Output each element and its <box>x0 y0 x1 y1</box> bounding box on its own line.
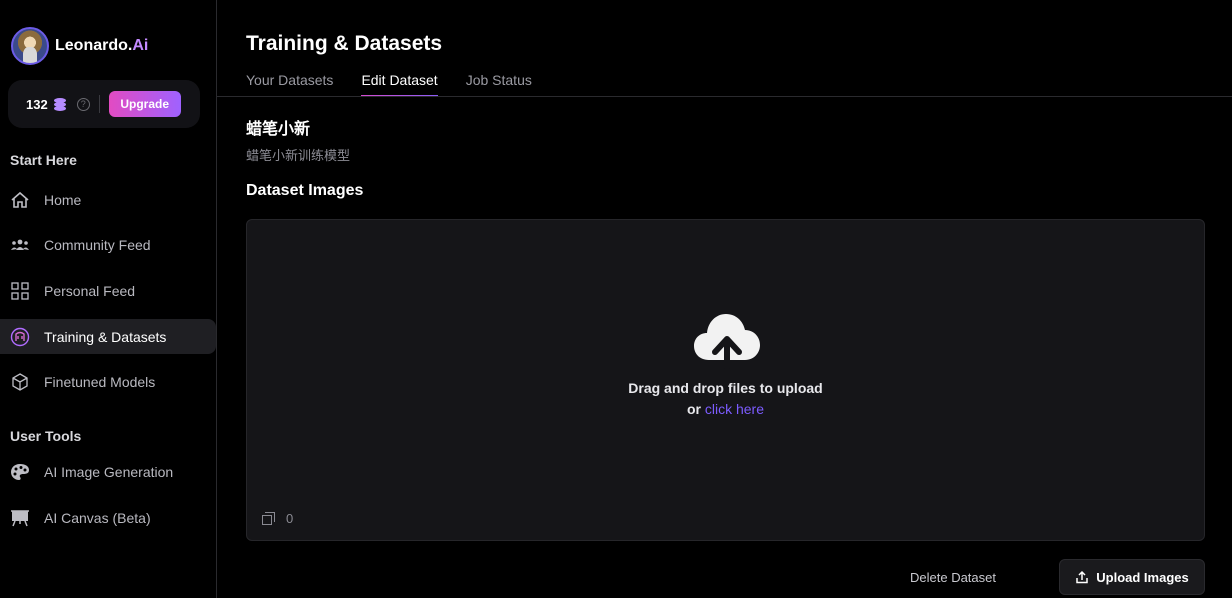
image-count-value: 0 <box>286 511 294 526</box>
sidebar-item-label: AI Image Generation <box>44 463 174 480</box>
sidebar-item-label: AI Canvas (Beta) <box>44 509 151 526</box>
sidebar-item-label: Community Feed <box>44 236 151 253</box>
tab-edit-dataset[interactable]: Edit Dataset <box>361 72 438 97</box>
tab-bar: Your Datasets Edit Dataset Job Status <box>246 72 560 97</box>
dataset-images-title: Dataset Images <box>246 182 364 199</box>
image-count: 0 <box>262 511 293 526</box>
upload-icon <box>1076 570 1089 584</box>
dataset-description: 蜡笔小新训练模型 <box>246 148 351 163</box>
images-stack-icon <box>262 511 276 526</box>
grid-icon <box>10 281 30 301</box>
tabs-divider <box>217 96 1232 97</box>
main-content: Training & Datasets Your Datasets Edit D… <box>217 0 1232 598</box>
community-icon <box>10 235 30 255</box>
credits-panel: 132 ? Upgrade <box>8 80 200 128</box>
avatar <box>11 27 49 65</box>
section-title-start-here: Start Here <box>10 152 77 168</box>
dropzone-or-text: or <box>686 401 701 417</box>
home-icon <box>10 190 30 210</box>
dropzone-instruction: Drag and drop files to upload <box>628 380 823 396</box>
click-here-link[interactable]: click here <box>705 401 764 417</box>
sidebar-item-label: Training & Datasets <box>44 328 167 345</box>
dropzone-alt-instruction: or click here <box>247 401 1204 417</box>
coins-icon <box>53 97 68 111</box>
upload-images-button[interactable]: Upload Images <box>1059 559 1205 595</box>
tab-your-datasets[interactable]: Your Datasets <box>246 72 333 97</box>
sidebar-item-training-datasets[interactable]: Training & Datasets <box>0 319 216 354</box>
sidebar: Leonardo.Ai 132 ? Upgrade Start Here Hom… <box>0 0 217 598</box>
sidebar-item-label: Personal Feed <box>44 282 136 299</box>
training-icon <box>10 327 30 347</box>
sidebar-item-personal-feed[interactable]: Personal Feed <box>0 273 216 308</box>
sidebar-item-label: Home <box>44 191 82 208</box>
brand-suffix: Ai <box>132 37 149 54</box>
delete-dataset-button[interactable]: Delete Dataset <box>897 561 1009 593</box>
sidebar-item-label: Finetuned Models <box>44 373 156 390</box>
section-title-user-tools: User Tools <box>10 428 82 444</box>
brand-name: Leonardo.Ai <box>55 37 148 55</box>
sidebar-item-ai-canvas[interactable]: AI Canvas (Beta) <box>0 500 216 535</box>
sidebar-item-home[interactable]: Home <box>0 182 216 217</box>
help-icon[interactable]: ? <box>76 97 90 111</box>
page-title: Training & Datasets <box>246 32 443 55</box>
upgrade-button[interactable]: Upgrade <box>108 91 181 117</box>
brand[interactable]: Leonardo.Ai <box>11 27 148 65</box>
sidebar-item-community-feed[interactable]: Community Feed <box>0 227 216 262</box>
cloud-upload-icon <box>694 314 760 370</box>
sidebar-item-ai-image-generation[interactable]: AI Image Generation <box>0 454 216 489</box>
credit-count: 132 <box>26 96 48 112</box>
brand-name-text: Leonardo. <box>55 37 133 54</box>
palette-icon <box>10 462 30 482</box>
divider <box>98 95 100 113</box>
tab-job-status[interactable]: Job Status <box>466 72 532 97</box>
cube-icon <box>10 372 30 392</box>
upload-dropzone[interactable]: Drag and drop files to upload or click h… <box>246 219 1205 541</box>
dataset-name: 蜡笔小新 <box>246 121 311 138</box>
sidebar-item-finetuned-models[interactable]: Finetuned Models <box>0 364 216 399</box>
upload-images-label: Upload Images <box>1096 569 1189 585</box>
easel-icon <box>10 508 30 528</box>
